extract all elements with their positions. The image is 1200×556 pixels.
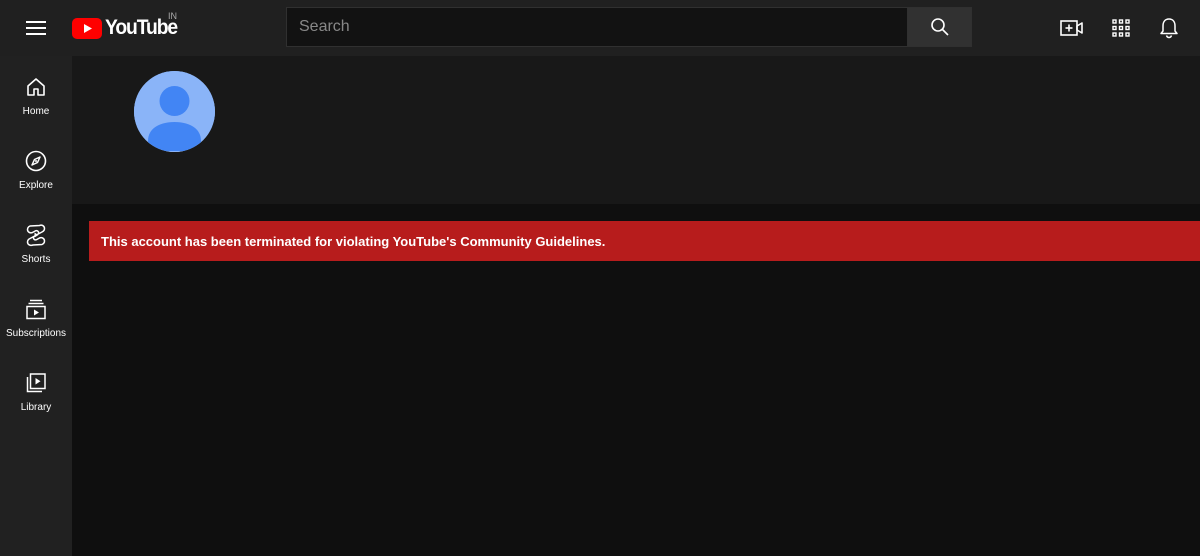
masthead: YouTube IN: [0, 0, 1200, 56]
search-input[interactable]: [286, 7, 907, 47]
bell-icon: [1160, 18, 1178, 39]
youtube-logo[interactable]: YouTube: [72, 14, 183, 42]
search-icon: [930, 18, 949, 36]
compass-icon: [24, 149, 48, 173]
guide-item-library[interactable]: Library: [0, 352, 72, 426]
apps-button[interactable]: [1105, 12, 1137, 44]
menu-icon: [26, 21, 46, 35]
guide-item-label: Home: [22, 106, 50, 117]
home-icon: [24, 75, 48, 99]
channel-header: [72, 56, 1200, 204]
youtube-play-icon: [72, 17, 102, 39]
apps-grid-icon: [1112, 19, 1130, 37]
library-icon: [24, 371, 48, 395]
guide-item-explore[interactable]: Explore: [0, 130, 72, 204]
guide-item-subscriptions[interactable]: Subscriptions: [0, 278, 72, 352]
guide-item-label: Library: [20, 402, 52, 413]
search-bar: [286, 7, 972, 47]
termination-alert: This account has been terminated for vio…: [89, 221, 1200, 261]
create-button[interactable]: [1056, 12, 1088, 44]
guide-item-shorts[interactable]: Shorts: [0, 204, 72, 278]
notifications-button[interactable]: [1153, 12, 1185, 44]
subscriptions-icon: [24, 297, 48, 321]
search-button[interactable]: [907, 7, 972, 47]
guide-item-label: Explore: [19, 180, 53, 191]
create-video-icon: [1060, 20, 1083, 36]
shorts-icon: [24, 223, 48, 247]
menu-button[interactable]: [20, 12, 52, 44]
termination-message: This account has been terminated for vio…: [101, 233, 606, 249]
guide-item-home[interactable]: Home: [0, 56, 72, 130]
guide-item-label: Subscriptions: [5, 328, 67, 339]
default-avatar-icon: [134, 71, 215, 152]
avatar: [134, 71, 215, 152]
logo-wordmark: YouTube: [105, 16, 178, 39]
country-code: IN: [168, 11, 177, 21]
mini-guide: Home Explore Shorts Subscriptions Librar…: [0, 56, 72, 556]
guide-item-label: Shorts: [21, 254, 51, 265]
